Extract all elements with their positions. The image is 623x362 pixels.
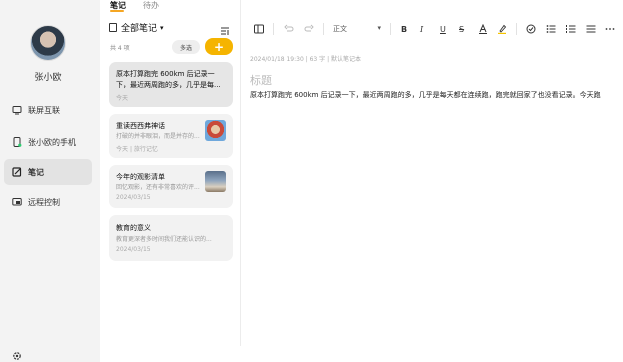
checkbox-list-icon[interactable] [526,24,536,34]
note-card[interactable]: 教育的意义 教育更深者多时间我们还能认识的... 2024/03/15 [109,215,233,261]
pane-divider [240,0,241,346]
sidebar-item-label: 联屏互联 [28,105,60,115]
note-title: 原本打算跑完 600km 后记录一 [116,70,215,78]
note-card[interactable]: 重读西西弗神话 打破的并非眼泪，而是并存的... 今天 | 旅行记忆 [109,114,233,158]
folder-label: 全部笔记 [121,24,158,34]
active-tab-indicator [110,10,124,12]
bold-icon[interactable]: B [401,24,407,34]
note-title-input[interactable]: 标题 [250,72,272,88]
paragraph-style-select[interactable]: 正文 ▾ [333,24,381,34]
sidebar-toggle-icon[interactable] [254,24,264,34]
toolbar-separator [323,23,324,35]
note-excerpt: 回忆观影，还有非常喜欢的评... [116,184,200,191]
sidebar-item-remote-control[interactable]: 远程控制 [4,189,92,215]
sidebar-item-label: 张小欧的手机 [28,137,76,147]
note-body-editor[interactable]: 原本打算跑完 600km 后记录一下，最近两周跑的多，几乎是每天都在连续跑，跑完… [250,89,610,101]
avatar[interactable] [30,25,66,61]
sidebar-item-label: 笔记 [28,167,44,177]
sort-icon[interactable] [220,21,230,35]
note-date: 2024/03/15 [116,246,151,253]
numbered-list-icon[interactable] [566,24,576,34]
multi-select-button[interactable]: 多选 [172,40,200,54]
remote-control-icon [12,197,22,207]
note-thumbnail [205,171,226,192]
note-title-line2: 下，最近两周跑的多，几乎是每... [116,81,221,89]
note-date: 今天 [116,95,129,102]
note-card[interactable]: 原本打算跑完 600km 后记录一 下，最近两周跑的多，几乎是每... 今天 [109,62,233,107]
note-title: 今年的观影清单 [116,173,165,181]
note-card[interactable]: 今年的观影清单 回忆观影，还有非常喜欢的评... 2024/03/15 [109,165,233,208]
undo-icon[interactable] [284,24,294,34]
bullet-list-icon[interactable] [546,24,556,34]
paragraph-style-value: 正文 [333,25,347,33]
align-icon[interactable] [586,24,596,34]
text-color-icon[interactable] [478,24,488,34]
more-options-icon[interactable] [605,24,615,34]
strikethrough-icon[interactable]: S [459,24,464,34]
tab-todo[interactable]: 待办 [143,0,159,11]
note-meta: 今天 | 旅行记忆 [116,144,158,153]
folder-selector[interactable]: 全部笔记 ▾ [109,21,164,34]
left-nav: 张小欧 联屏互联 张小欧的手机 笔记 远程控制 [0,0,100,362]
sidebar-item-screen-link[interactable]: 联屏互联 [4,97,92,123]
add-note-button[interactable]: + [205,38,233,55]
note-excerpt: 教育更深者多时间我们还能认识的... [116,236,212,243]
chevron-down-icon: ▾ [377,24,381,32]
note-date: 2024/03/15 [116,194,151,201]
toolbar-separator [273,23,274,35]
notes-icon [12,167,22,177]
redo-icon[interactable] [304,24,314,34]
notebook-icon [109,23,117,32]
underline-icon[interactable]: U [440,24,446,34]
toolbar-separator [516,23,517,35]
phone-icon [12,137,22,147]
toolbar-separator [390,23,391,35]
italic-icon[interactable]: I [420,24,423,34]
note-count: 共 4 项 [110,45,130,52]
username: 张小欧 [34,73,62,83]
note-date: 今天 [116,146,129,153]
note-excerpt: 打破的并非眼泪，而是并存的... [116,133,200,140]
note-thumbnail [205,120,226,141]
note-title: 教育的意义 [116,224,151,232]
sidebar-item-label: 远程控制 [28,197,60,207]
note-meta-info: 2024/01/18 19:30 | 63 字 | 默认笔记本 [250,56,361,63]
note-title: 重读西西弗神话 [116,122,165,130]
sidebar-item-phone[interactable]: 张小欧的手机 [4,129,92,155]
sidebar-item-notes[interactable]: 笔记 [4,159,92,185]
gear-icon[interactable] [12,346,22,360]
chevron-down-icon: ▾ [160,23,164,32]
highlight-icon[interactable] [497,24,507,34]
screen-link-icon [12,105,22,115]
note-tag: 旅行记忆 [133,146,158,153]
notes-app-window: 张小欧 联屏互联 张小欧的手机 笔记 远程控制 笔记 待办 全部笔记 ▾ 共 4… [0,0,623,362]
